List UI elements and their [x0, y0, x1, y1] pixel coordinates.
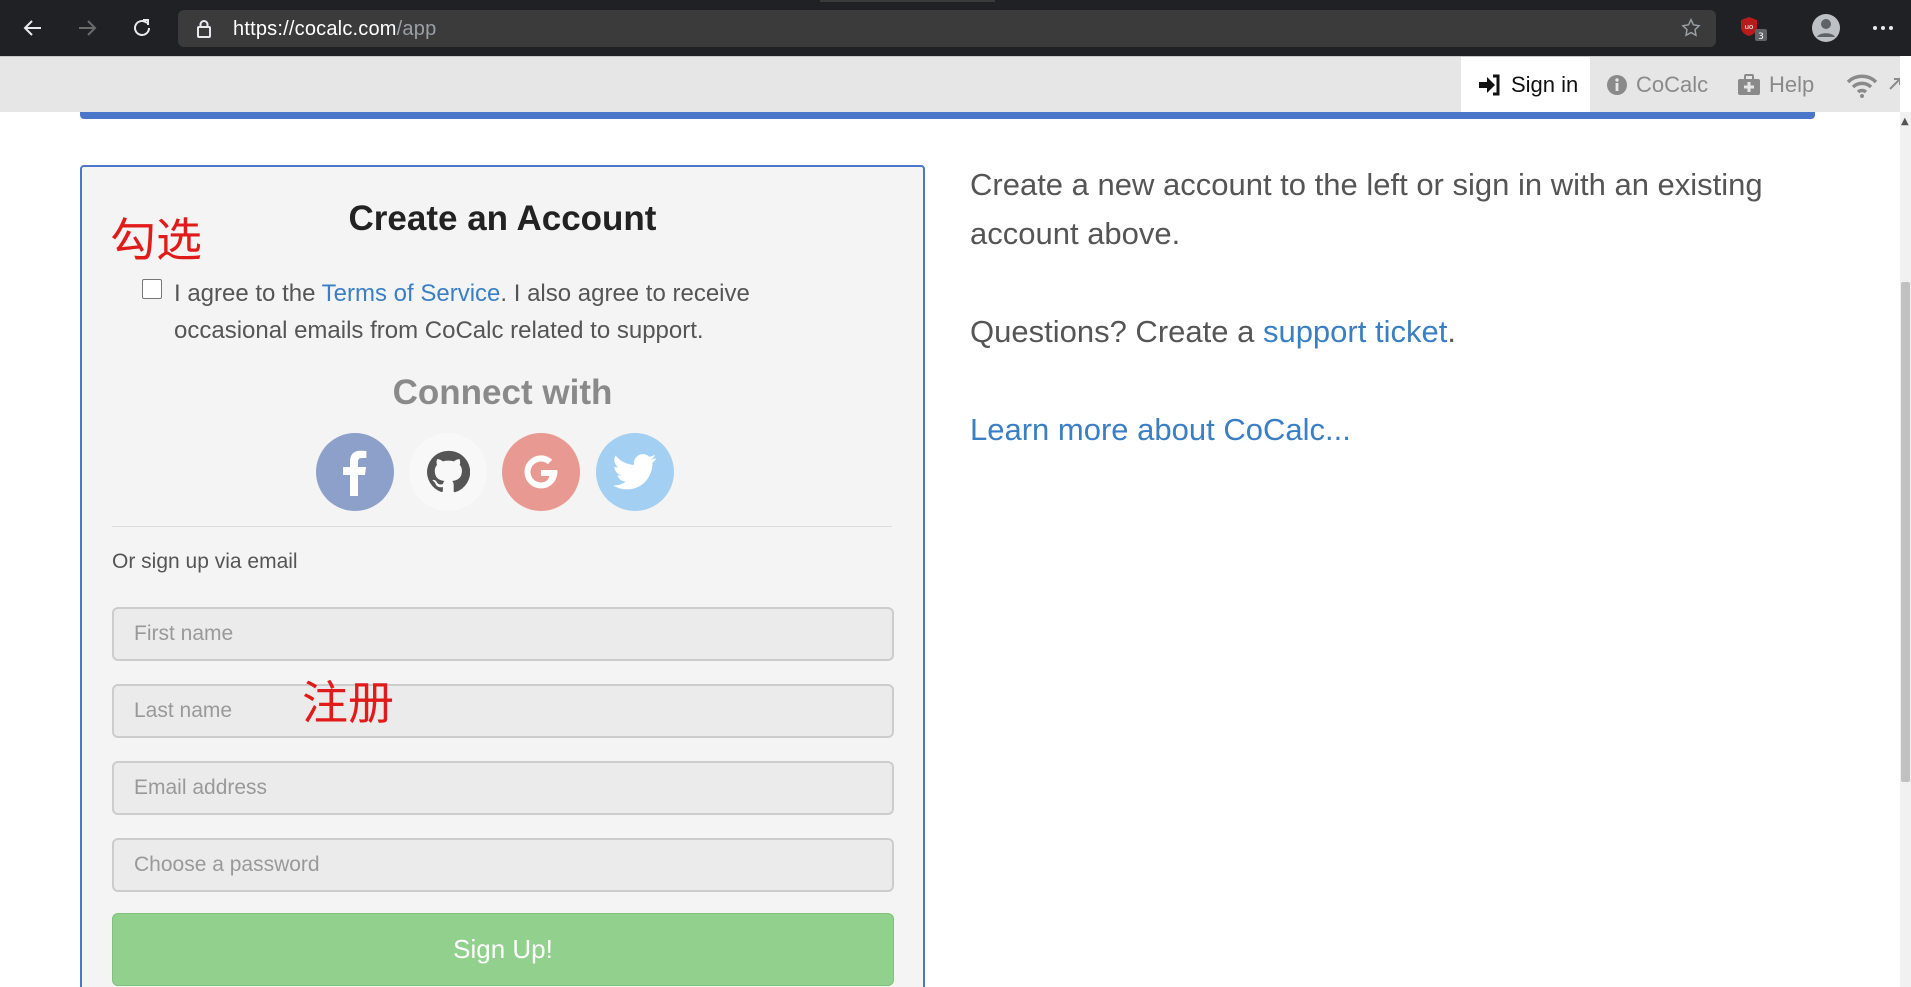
arrow-right-icon — [79, 20, 97, 36]
info-circle-icon — [1607, 75, 1627, 95]
section-divider — [112, 526, 892, 527]
connect-with-heading: Connect with — [392, 373, 613, 412]
github-signin-button[interactable] — [409, 433, 487, 511]
header-accent-bar — [80, 112, 1815, 119]
nav-sign-in-tab[interactable]: Sign in — [1461, 57, 1590, 113]
nav-cocalc-tab[interactable]: CoCalc — [1606, 57, 1708, 113]
svg-text:uo: uo — [1745, 23, 1754, 31]
extension-badge-count: 3 — [1758, 32, 1764, 42]
terms-agreement: I agree to the Terms of Service. I also … — [142, 275, 782, 349]
support-ticket-link[interactable]: support ticket — [1263, 314, 1447, 349]
reload-icon — [134, 19, 150, 36]
fullscreen-button[interactable] — [1887, 57, 1900, 113]
forward-button[interactable] — [67, 8, 107, 48]
reload-button[interactable] — [122, 8, 162, 48]
check-hint-annotation: 勾选 — [110, 213, 202, 267]
google-icon — [524, 455, 558, 489]
expand-icon — [1889, 78, 1900, 90]
ublock-extension-button[interactable]: uo 3 — [1734, 8, 1774, 48]
twitter-signin-button[interactable] — [596, 433, 674, 511]
tab-strip — [820, 0, 995, 2]
terms-text: I agree to the Terms of Service. I also … — [174, 280, 750, 344]
nav-help-tab[interactable]: Help — [1737, 57, 1814, 113]
browser-toolbar: https://cocalc.com/app uo 3 — [0, 0, 1911, 56]
password-input[interactable] — [112, 838, 894, 892]
arrow-left-icon — [23, 20, 41, 36]
profile-button[interactable] — [1806, 8, 1846, 48]
back-button[interactable] — [13, 8, 53, 48]
url-text: https://cocalc.com/app — [233, 18, 437, 40]
terms-of-service-link[interactable]: Terms of Service — [322, 280, 501, 307]
ellipsis-icon — [1873, 26, 1893, 30]
nav-sign-in-label: Sign in — [1511, 72, 1579, 97]
email-input[interactable] — [112, 761, 894, 815]
profile-avatar-icon — [1812, 14, 1840, 42]
scrollbar-thumb[interactable] — [1901, 282, 1910, 782]
register-hint-annotation: 注册 — [302, 676, 394, 730]
ublock-icon: uo 3 — [1741, 17, 1767, 42]
first-name-input[interactable] — [112, 607, 894, 661]
terms-checkbox[interactable] — [142, 279, 162, 299]
address-bar[interactable]: https://cocalc.com/app — [178, 10, 1716, 47]
nav-cocalc-label: CoCalc — [1636, 72, 1709, 97]
star-icon[interactable] — [1680, 17, 1702, 39]
scroll-up-arrow-icon[interactable]: ▲ — [1901, 116, 1909, 127]
questions-text: Questions? Create a support ticket. — [970, 314, 1456, 349]
nav-help-label: Help — [1769, 72, 1815, 97]
create-account-card: Create an Account I agree to the Terms o… — [80, 165, 925, 987]
sign-up-button[interactable]: Sign Up! — [112, 913, 894, 986]
create-account-title: Create an Account — [348, 199, 657, 238]
lock-icon — [197, 20, 211, 38]
facebook-signin-button[interactable] — [316, 433, 394, 511]
facebook-icon — [343, 450, 367, 496]
learn-more-link[interactable]: Learn more about CoCalc... — [970, 405, 1351, 454]
medkit-icon — [1738, 74, 1760, 95]
page-scrollbar[interactable]: ▲ — [1900, 112, 1911, 987]
connection-status[interactable] — [1845, 57, 1879, 113]
google-signin-button[interactable] — [502, 433, 580, 511]
last-name-input[interactable] — [112, 684, 894, 738]
wifi-icon — [1846, 74, 1878, 98]
twitter-icon — [613, 454, 657, 490]
email-signup-label: Or sign up via email — [112, 550, 298, 573]
github-icon — [427, 450, 470, 493]
intro-text: Create a new account to the left or sign… — [970, 167, 1763, 251]
sign-in-icon — [1479, 74, 1500, 96]
app-top-nav: Sign in CoCalc Help — [0, 56, 1900, 113]
more-menu-button[interactable] — [1863, 8, 1903, 48]
